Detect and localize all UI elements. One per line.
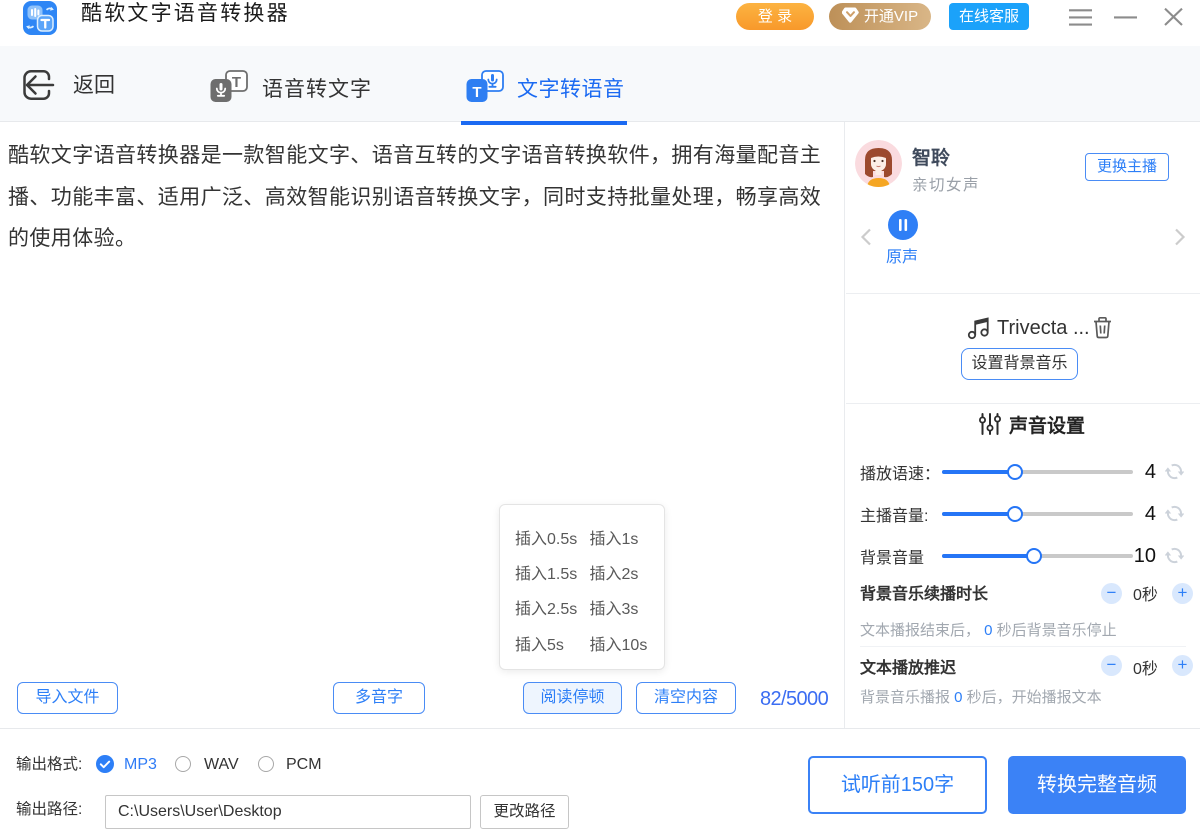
svg-text:T: T: [232, 74, 241, 91]
svg-text:T: T: [472, 84, 481, 101]
